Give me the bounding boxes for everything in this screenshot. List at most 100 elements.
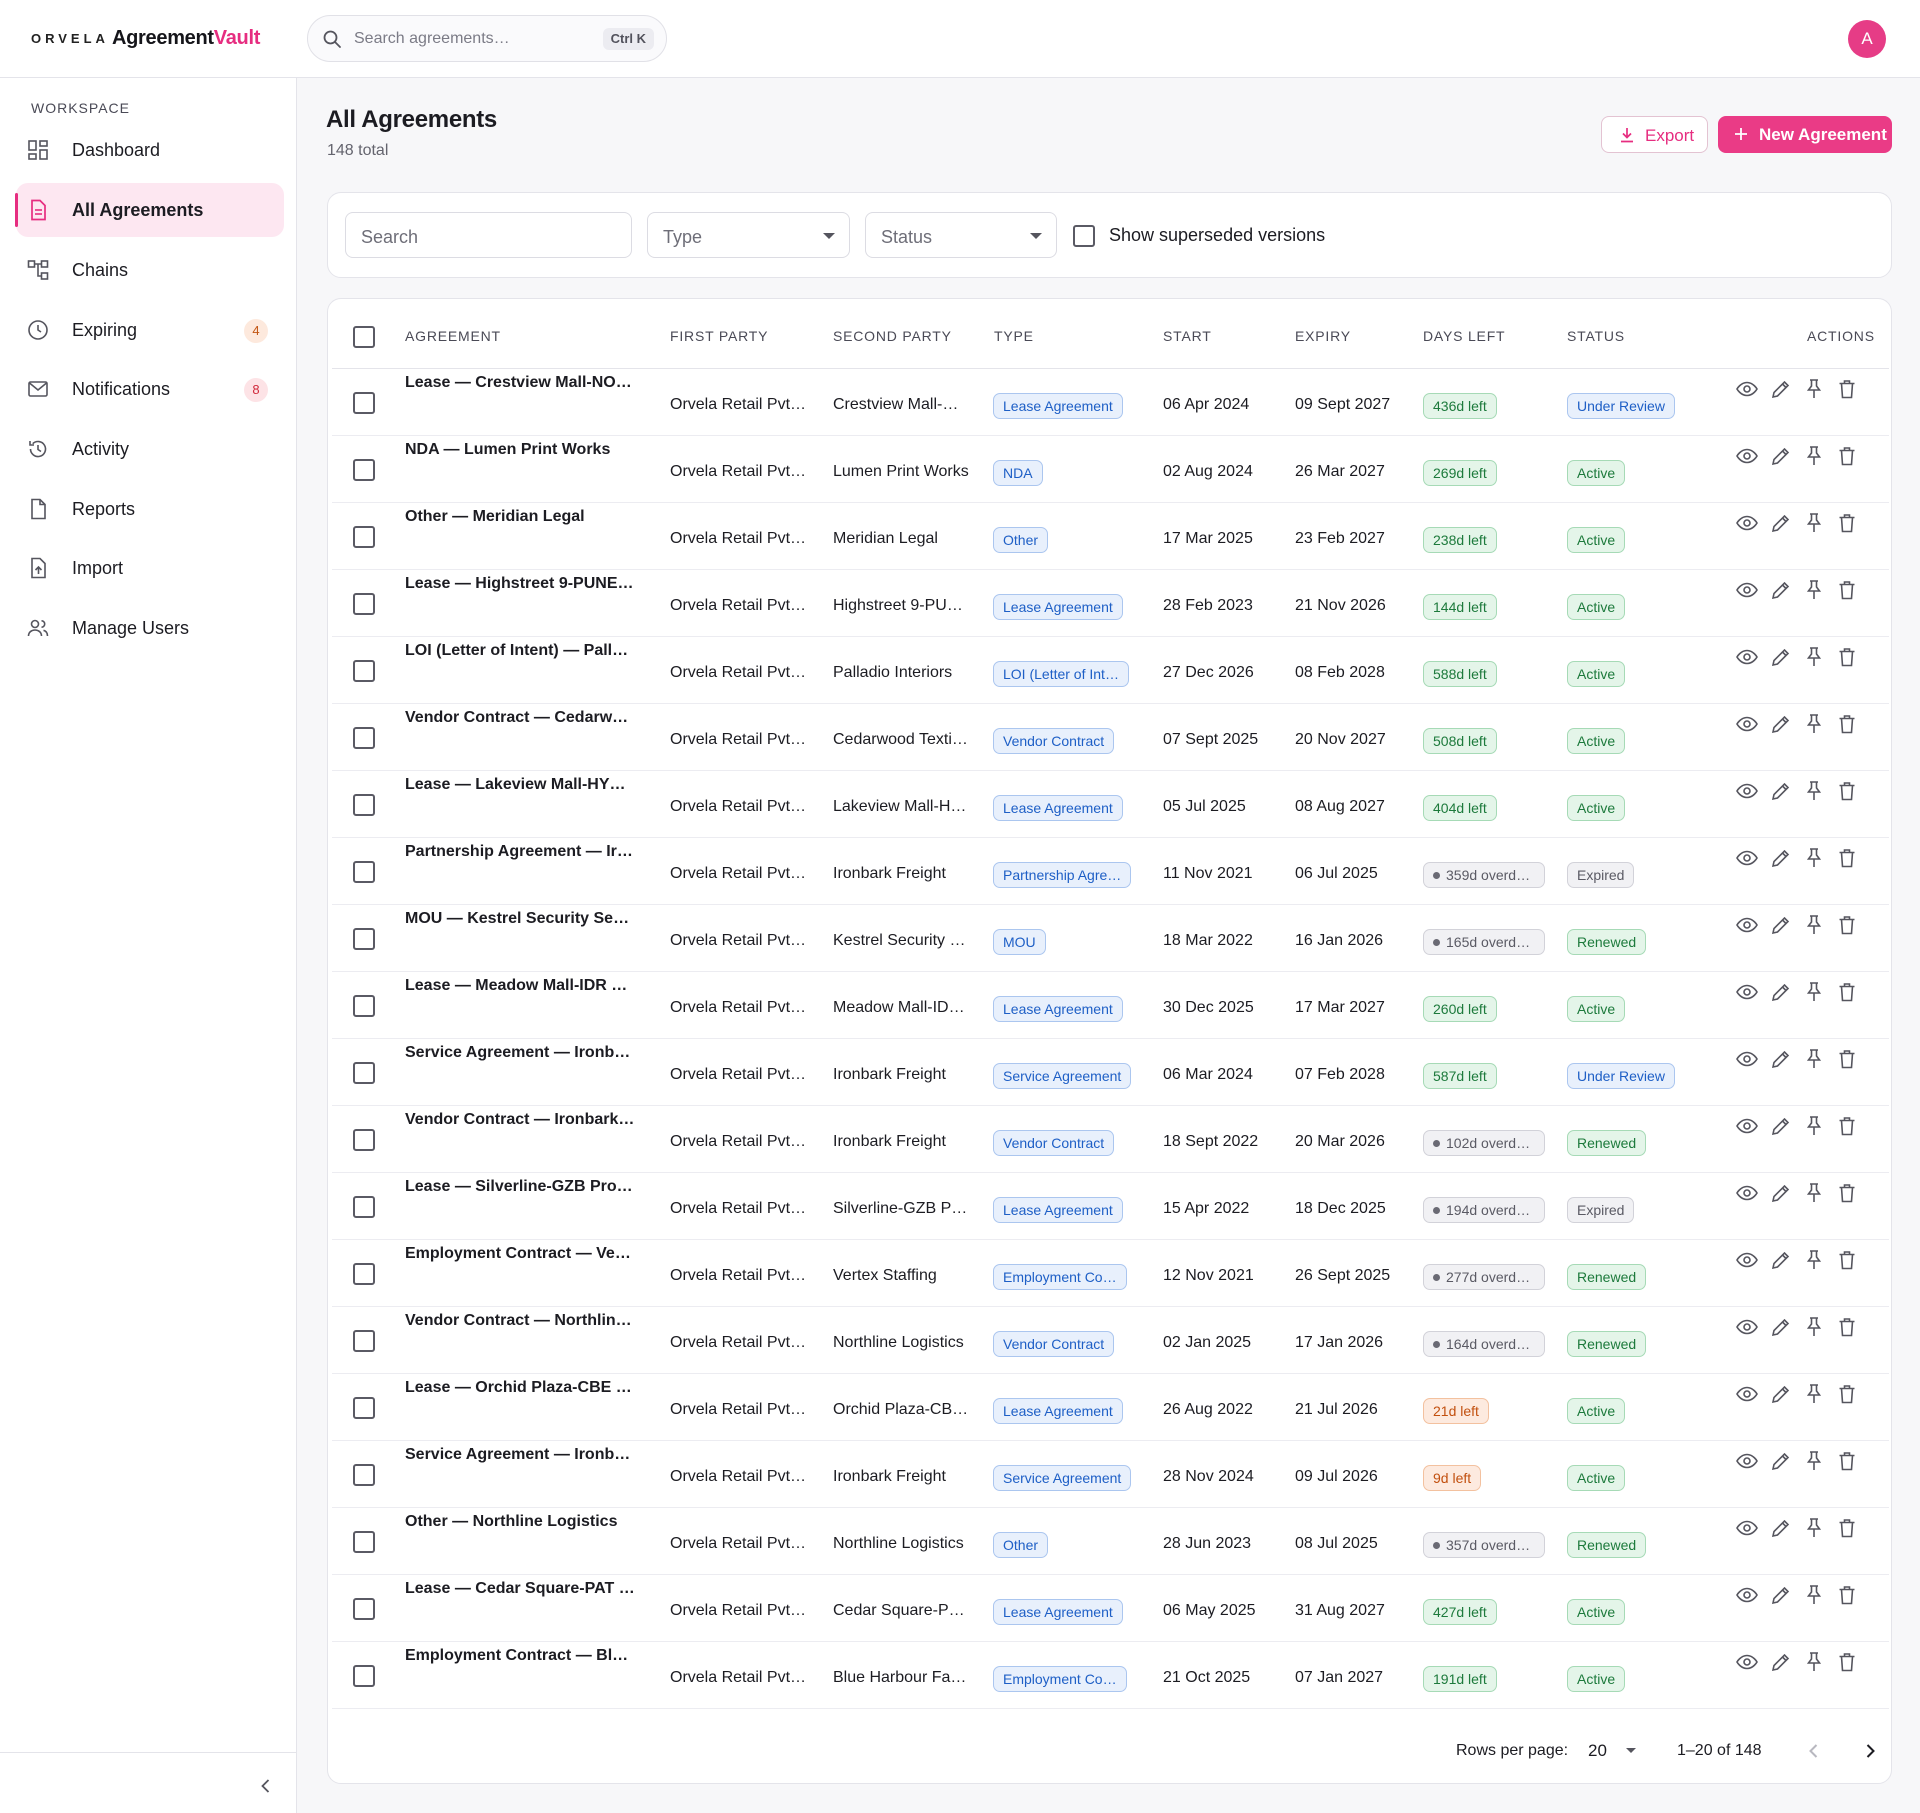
view-icon[interactable] bbox=[1735, 1181, 1759, 1205]
table-row[interactable]: Lease — Meadow Mall-IDR P… Orvela Retail … bbox=[332, 972, 1889, 1039]
rows-per-page-select[interactable]: 20 bbox=[1588, 1738, 1638, 1764]
agreement-name[interactable]: Other — Northline Logistics bbox=[405, 1513, 635, 1531]
view-icon[interactable] bbox=[1735, 645, 1759, 669]
agreement-name[interactable]: Employment Contract — Blue … bbox=[405, 1647, 635, 1665]
table-row[interactable]: Employment Contract — Vert… Orvela Retail… bbox=[332, 1240, 1889, 1307]
delete-icon[interactable] bbox=[1835, 1650, 1859, 1674]
row-checkbox[interactable] bbox=[353, 794, 375, 816]
delete-icon[interactable] bbox=[1835, 511, 1859, 535]
pin-icon[interactable] bbox=[1802, 1449, 1826, 1473]
row-checkbox[interactable] bbox=[353, 1196, 375, 1218]
table-row[interactable]: LOI (Letter of Intent) — Pallad… Orvela R… bbox=[332, 637, 1889, 704]
view-icon[interactable] bbox=[1735, 1382, 1759, 1406]
row-checkbox[interactable] bbox=[353, 1330, 375, 1352]
delete-icon[interactable] bbox=[1835, 1181, 1859, 1205]
delete-icon[interactable] bbox=[1835, 1047, 1859, 1071]
edit-icon[interactable] bbox=[1769, 645, 1793, 669]
type-select[interactable]: Type bbox=[647, 212, 850, 258]
column-header-second-party[interactable]: SECOND PARTY bbox=[833, 328, 952, 344]
pin-icon[interactable] bbox=[1802, 1382, 1826, 1406]
user-avatar[interactable]: A bbox=[1848, 20, 1886, 58]
new-agreement-button[interactable]: New Agreement bbox=[1718, 116, 1892, 153]
sidebar-item-notifications[interactable]: Notifications 8 bbox=[16, 362, 284, 416]
pin-icon[interactable] bbox=[1802, 578, 1826, 602]
column-header-start[interactable]: START bbox=[1163, 328, 1212, 344]
pin-icon[interactable] bbox=[1802, 377, 1826, 401]
delete-icon[interactable] bbox=[1835, 1583, 1859, 1607]
row-checkbox[interactable] bbox=[353, 526, 375, 548]
filter-search-input[interactable]: Search bbox=[345, 212, 632, 258]
pin-icon[interactable] bbox=[1802, 1248, 1826, 1272]
agreement-name[interactable]: Partnership Agreement — Iro… bbox=[405, 843, 635, 861]
edit-icon[interactable] bbox=[1769, 1516, 1793, 1540]
table-row[interactable]: Service Agreement — Ironbar… Orvela Retai… bbox=[332, 1441, 1889, 1508]
edit-icon[interactable] bbox=[1769, 578, 1793, 602]
delete-icon[interactable] bbox=[1835, 377, 1859, 401]
pin-icon[interactable] bbox=[1802, 1315, 1826, 1339]
delete-icon[interactable] bbox=[1835, 846, 1859, 870]
edit-icon[interactable] bbox=[1769, 511, 1793, 535]
row-checkbox[interactable] bbox=[353, 1531, 375, 1553]
edit-icon[interactable] bbox=[1769, 377, 1793, 401]
status-select[interactable]: Status bbox=[865, 212, 1057, 258]
agreement-name[interactable]: Service Agreement — Ironbar… bbox=[405, 1446, 635, 1464]
delete-icon[interactable] bbox=[1835, 1114, 1859, 1138]
edit-icon[interactable] bbox=[1769, 779, 1793, 803]
pin-icon[interactable] bbox=[1802, 1516, 1826, 1540]
row-checkbox[interactable] bbox=[353, 995, 375, 1017]
edit-icon[interactable] bbox=[1769, 1382, 1793, 1406]
view-icon[interactable] bbox=[1735, 1248, 1759, 1272]
agreement-name[interactable]: LOI (Letter of Intent) — Pallad… bbox=[405, 642, 635, 660]
view-icon[interactable] bbox=[1735, 511, 1759, 535]
collapse-sidebar-icon[interactable] bbox=[256, 1776, 276, 1796]
sidebar-item-chains[interactable]: Chains bbox=[16, 243, 284, 297]
pin-icon[interactable] bbox=[1802, 846, 1826, 870]
table-row[interactable]: Service Agreement — Ironbar… Orvela Retai… bbox=[332, 1039, 1889, 1106]
agreement-name[interactable]: Lease — Lakeview Mall-HYD … bbox=[405, 776, 635, 794]
pin-icon[interactable] bbox=[1802, 779, 1826, 803]
table-row[interactable]: Lease — Silverline-GZB Prop… Orvela Retai… bbox=[332, 1173, 1889, 1240]
table-row[interactable]: Employment Contract — Blue … Orvela Retai… bbox=[332, 1642, 1889, 1709]
agreement-name[interactable]: Vendor Contract — Ironbark F… bbox=[405, 1111, 635, 1129]
agreement-name[interactable]: Other — Meridian Legal bbox=[405, 508, 635, 526]
pin-icon[interactable] bbox=[1802, 1047, 1826, 1071]
row-checkbox[interactable] bbox=[353, 1263, 375, 1285]
column-header-type[interactable]: TYPE bbox=[994, 328, 1034, 344]
export-button[interactable]: Export bbox=[1601, 116, 1708, 153]
sidebar-item-dashboard[interactable]: Dashboard bbox=[16, 123, 284, 177]
table-row[interactable]: MOU — Kestrel Security Servi… Orvela Reta… bbox=[332, 905, 1889, 972]
delete-icon[interactable] bbox=[1835, 779, 1859, 803]
delete-icon[interactable] bbox=[1835, 1516, 1859, 1540]
pin-icon[interactable] bbox=[1802, 913, 1826, 937]
row-checkbox[interactable] bbox=[353, 1129, 375, 1151]
delete-icon[interactable] bbox=[1835, 913, 1859, 937]
view-icon[interactable] bbox=[1735, 444, 1759, 468]
view-icon[interactable] bbox=[1735, 1583, 1759, 1607]
agreement-name[interactable]: Vendor Contract — Cedarwoo… bbox=[405, 709, 635, 727]
row-checkbox[interactable] bbox=[353, 861, 375, 883]
table-row[interactable]: Other — Northline Logistics Orvela Retail… bbox=[332, 1508, 1889, 1575]
delete-icon[interactable] bbox=[1835, 712, 1859, 736]
table-row[interactable]: Vendor Contract — Ironbark F… Orvela Reta… bbox=[332, 1106, 1889, 1173]
edit-icon[interactable] bbox=[1769, 1114, 1793, 1138]
agreement-name[interactable]: NDA — Lumen Print Works bbox=[405, 441, 635, 459]
row-checkbox[interactable] bbox=[353, 1397, 375, 1419]
pin-icon[interactable] bbox=[1802, 645, 1826, 669]
row-checkbox[interactable] bbox=[353, 727, 375, 749]
table-row[interactable]: Vendor Contract — Northline … Orvela Reta… bbox=[332, 1307, 1889, 1374]
sidebar-item-activity[interactable]: Activity bbox=[16, 422, 284, 476]
view-icon[interactable] bbox=[1735, 980, 1759, 1004]
sidebar-item-all-agreements[interactable]: All Agreements bbox=[15, 183, 284, 237]
pin-icon[interactable] bbox=[1802, 1181, 1826, 1205]
edit-icon[interactable] bbox=[1769, 1583, 1793, 1607]
view-icon[interactable] bbox=[1735, 779, 1759, 803]
global-search[interactable]: Search agreements… Ctrl K bbox=[307, 15, 667, 62]
row-checkbox[interactable] bbox=[353, 1062, 375, 1084]
agreement-name[interactable]: Lease — Meadow Mall-IDR P… bbox=[405, 977, 635, 995]
edit-icon[interactable] bbox=[1769, 1449, 1793, 1473]
edit-icon[interactable] bbox=[1769, 846, 1793, 870]
agreement-name[interactable]: Lease — Silverline-GZB Prop… bbox=[405, 1178, 635, 1196]
table-row[interactable]: Vendor Contract — Cedarwoo… Orvela Retail… bbox=[332, 704, 1889, 771]
agreement-name[interactable]: Lease — Highstreet 9-PUNE … bbox=[405, 575, 635, 593]
agreement-name[interactable]: Lease — Orchid Plaza-CBE P… bbox=[405, 1379, 635, 1397]
